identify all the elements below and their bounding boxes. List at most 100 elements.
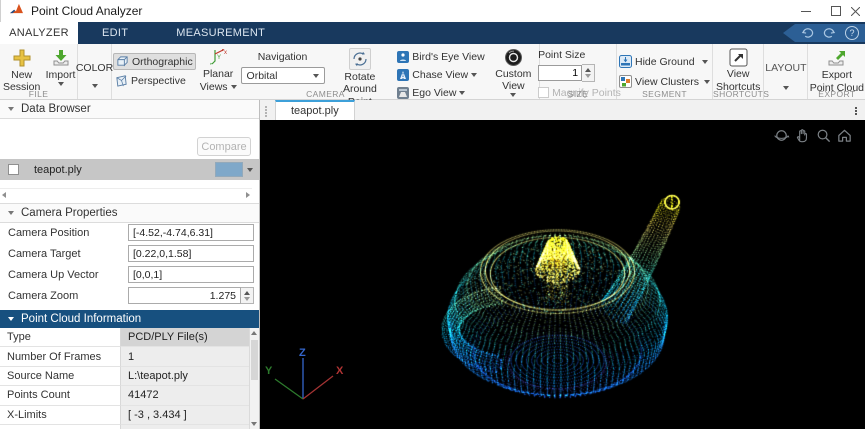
point-size-label: Point Size [538, 49, 586, 61]
maximize-button[interactable] [821, 0, 851, 22]
view-clusters-dropdown-icon [704, 79, 710, 84]
scroll-left-icon[interactable] [2, 192, 6, 198]
navigation-dropdown-icon [312, 73, 319, 78]
maximize-icon [831, 6, 841, 16]
data-browser-title: Data Browser [21, 103, 91, 115]
section-label-shortcuts: SHORTCUTS [713, 89, 770, 99]
horizontal-scrollbar[interactable] [0, 188, 252, 201]
camera-up-vector-label: Camera Up Vector [8, 268, 99, 281]
scrollbar-thumb[interactable] [251, 340, 258, 380]
info-label: Number Of Frames [0, 347, 121, 367]
export-point-cloud-icon [828, 51, 845, 66]
custom-view-icon [504, 49, 522, 66]
close-icon [851, 6, 860, 16]
point-cloud-file-row[interactable]: teapot.ply [0, 159, 259, 180]
home-icon[interactable] [836, 127, 853, 144]
axis-triad: Z Y X [265, 347, 344, 400]
planar-views-button[interactable]: Y x Planar Views [198, 47, 239, 94]
info-value[interactable]: [ -3 , 3.434 ] [121, 405, 249, 425]
pan-hand-icon[interactable] [794, 127, 811, 144]
color-swatch[interactable] [215, 162, 243, 177]
point-cloud-viewer[interactable]: Z Y X [260, 120, 865, 429]
color-gallery-button[interactable]: COLOR [74, 47, 115, 89]
view-shortcuts-button[interactable]: View Shortcuts [714, 47, 762, 94]
point-cloud-info-header[interactable]: Point Cloud Information [0, 310, 259, 329]
tab-overflow-menu-icon[interactable] [855, 107, 857, 109]
ribbon-section-size: Point Size Magnify Points SIZE [538, 44, 621, 99]
spinner-up-icon [585, 68, 592, 72]
vertical-scrollbar[interactable] [249, 328, 259, 429]
drag-grip-icon[interactable] [265, 109, 267, 111]
import-button[interactable]: Import [44, 47, 78, 87]
camera-position-label: Camera Position [8, 226, 90, 239]
scroll-down-icon[interactable] [251, 422, 257, 426]
redo-icon[interactable] [823, 27, 836, 40]
close-button[interactable] [851, 0, 865, 22]
help-icon[interactable]: ? [845, 26, 859, 40]
orthographic-button[interactable]: Orthographic [113, 53, 196, 70]
minimize-button[interactable] [791, 0, 821, 22]
scroll-up-icon[interactable] [251, 331, 257, 335]
tab-edit[interactable]: EDIT [78, 22, 152, 44]
view-clusters-icon [619, 75, 632, 88]
axes-toolbar [773, 127, 853, 144]
perspective-button[interactable]: Perspective [113, 73, 196, 88]
camera-zoom-input[interactable] [128, 287, 241, 304]
rotate-around-point-icon [348, 48, 371, 70]
perspective-label: Perspective [131, 74, 186, 87]
hide-ground-button[interactable]: Hide Ground [617, 54, 712, 69]
orthographic-label: Orthographic [132, 55, 193, 68]
viewer-tab-teapot[interactable]: teapot.ply [275, 100, 355, 120]
info-label: X-Limits [0, 405, 121, 425]
birds-eye-view-button[interactable]: Bird's Eye View [395, 49, 486, 64]
point-size-spinner[interactable] [582, 64, 596, 82]
export-point-cloud-button[interactable]: Export Point Cloud [808, 47, 865, 95]
camera-zoom-spinner[interactable] [241, 287, 254, 304]
camera-properties-rows: Camera Position Camera Target Camera Up … [0, 222, 259, 306]
camera-up-vector-row: Camera Up Vector [0, 264, 259, 285]
export-label-1: Export [821, 69, 853, 81]
swatch-dropdown-icon[interactable] [247, 167, 253, 172]
view-clusters-button[interactable]: View Clusters [617, 74, 712, 89]
chase-view-button[interactable]: Chase View [395, 67, 486, 82]
camera-properties-header[interactable]: Camera Properties [0, 203, 259, 223]
info-label: Type [0, 328, 121, 348]
file-checkbox[interactable] [8, 164, 19, 175]
info-value[interactable]: L:\teapot.ply [121, 366, 249, 387]
tab-measurement[interactable]: MEASUREMENT [152, 22, 289, 44]
planar-x-label: x [224, 50, 227, 56]
layout-label: LAYOUT [765, 62, 807, 75]
collapse-caret-icon [8, 107, 14, 111]
tab-analyzer[interactable]: ANALYZER [0, 22, 78, 44]
file-name: teapot.ply [34, 163, 82, 176]
layout-dropdown-icon [782, 85, 789, 90]
info-value[interactable]: 41472 [121, 386, 249, 406]
camera-position-input[interactable] [128, 224, 254, 241]
ribbon-section-layout: LAYOUT [763, 44, 809, 99]
camera-target-input[interactable] [128, 245, 254, 262]
layout-gallery-button[interactable]: LAYOUT [763, 47, 808, 90]
camera-target-label: Camera Target [8, 247, 81, 260]
undo-icon[interactable] [801, 27, 814, 40]
camera-up-vector-input[interactable] [128, 266, 254, 283]
point-size-input[interactable] [538, 65, 583, 81]
viewer-tab-bar: teapot.ply [260, 100, 865, 120]
view-clusters-label: View Clusters [635, 75, 699, 88]
new-session-button[interactable]: New Session [0, 47, 44, 94]
window-title: Point Cloud Analyzer [31, 4, 143, 18]
info-value[interactable]: PCD/PLY File(s) [121, 328, 249, 348]
zoom-magnifier-icon[interactable] [815, 127, 832, 144]
rotate-3d-icon[interactable] [773, 127, 790, 144]
birds-eye-view-icon [397, 50, 410, 63]
camera-zoom-label: Camera Zoom [8, 289, 79, 302]
quick-access-toolbar: ? [783, 24, 865, 42]
section-label-file: FILE [28, 89, 49, 99]
section-label-segment: SEGMENT [642, 89, 687, 99]
navigation-dropdown[interactable]: Orbital [240, 67, 325, 84]
scroll-right-icon[interactable] [246, 192, 250, 198]
info-value[interactable]: 1 [121, 347, 249, 367]
info-value[interactable]: [ -2 , 2 ] [121, 424, 249, 429]
compare-button[interactable]: Compare [197, 137, 251, 156]
data-browser-header[interactable]: Data Browser [0, 100, 259, 119]
axis-x-label: X [336, 365, 344, 377]
